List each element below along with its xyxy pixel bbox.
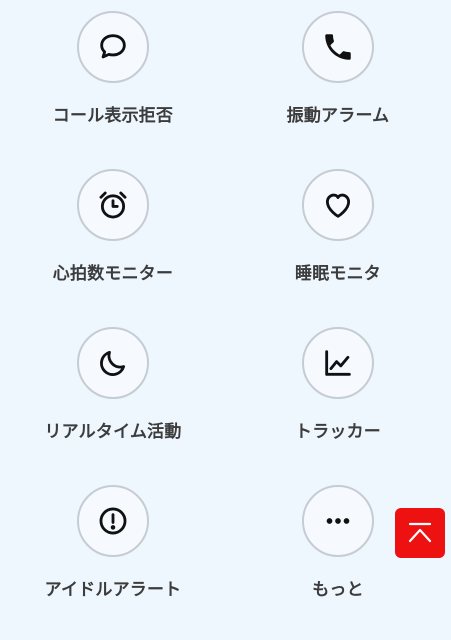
feature-realtime-activity[interactable]: リアルタイム活動 bbox=[13, 327, 213, 467]
alarm-clock-icon[interactable] bbox=[77, 169, 149, 241]
feature-idle-alert[interactable]: アイドルアラート bbox=[13, 485, 213, 625]
phone-icon[interactable] bbox=[302, 11, 374, 83]
feature-vibration-alarm[interactable]: 振動アラーム bbox=[238, 11, 438, 151]
feature-label: コール表示拒否 bbox=[52, 106, 174, 126]
chart-icon[interactable] bbox=[302, 327, 374, 399]
feature-label: もっと bbox=[312, 580, 364, 600]
feature-label: アイドルアラート bbox=[44, 580, 182, 600]
feature-label: 心拍数モニター bbox=[52, 264, 174, 284]
feature-sleep-monitor[interactable]: 睡眠モニタ bbox=[238, 169, 438, 309]
feature-heart-rate-monitor[interactable]: 心拍数モニター bbox=[13, 169, 213, 309]
feature-grid: コール表示拒否 振動アラーム 心拍数モニター 睡眠モニタ リアルタイム活動 トラ… bbox=[0, 0, 451, 640]
moon-icon[interactable] bbox=[77, 327, 149, 399]
feature-call-reject[interactable]: コール表示拒否 bbox=[13, 11, 213, 151]
feature-label: 睡眠モニタ bbox=[295, 264, 381, 284]
alert-icon[interactable] bbox=[77, 485, 149, 557]
feature-tracker[interactable]: トラッカー bbox=[238, 327, 438, 467]
chat-bubble-icon[interactable] bbox=[77, 11, 149, 83]
scroll-to-top-button[interactable] bbox=[395, 508, 445, 558]
more-icon[interactable] bbox=[302, 485, 374, 557]
scroll-to-top-icon bbox=[408, 522, 432, 543]
heart-icon[interactable] bbox=[302, 169, 374, 241]
feature-label: 振動アラーム bbox=[286, 106, 390, 126]
feature-label: リアルタイム活動 bbox=[44, 422, 182, 442]
feature-label: トラッカー bbox=[295, 422, 381, 442]
